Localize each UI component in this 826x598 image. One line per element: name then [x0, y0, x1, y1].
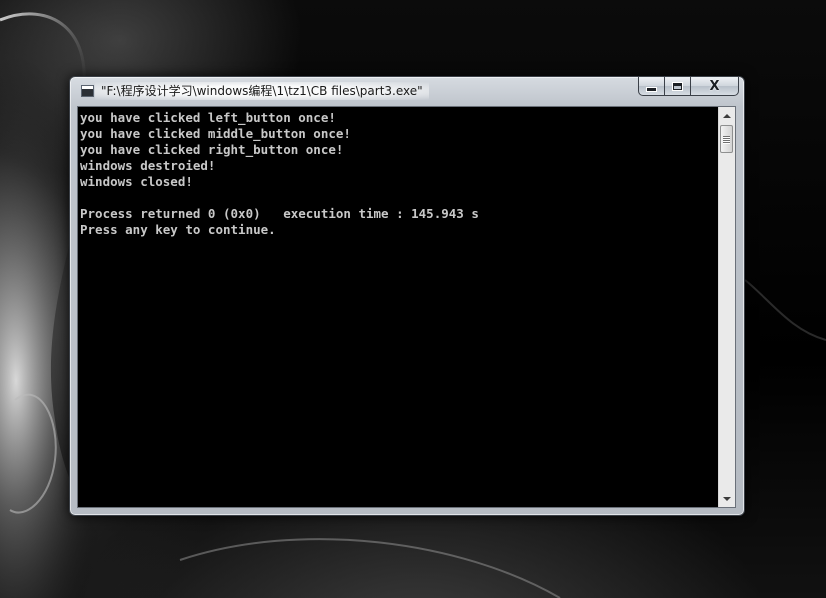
console-app-icon[interactable]: [81, 85, 94, 97]
console-line: Press any key to continue.: [80, 222, 276, 237]
console-line: you have clicked left_button once!: [80, 110, 336, 125]
grip-icon: [723, 141, 730, 143]
caption-buttons: X: [638, 77, 739, 96]
desktop-wallpaper: "F:\程序设计学习\windows编程\1\tz1\CB files\part…: [0, 0, 826, 598]
scroll-up-arrow-icon: [723, 113, 731, 118]
grip-icon: [723, 139, 730, 141]
vertical-scrollbar[interactable]: [718, 107, 735, 507]
console-line: windows destroied!: [80, 158, 216, 173]
grip-icon: [723, 137, 730, 139]
minimize-button[interactable]: [638, 77, 665, 96]
window-title: "F:\程序设计学习\windows编程\1\tz1\CB files\part…: [95, 82, 429, 100]
scroll-down-arrow-icon: [723, 496, 731, 501]
scroll-up-button[interactable]: [719, 107, 735, 124]
console-window[interactable]: "F:\程序设计学习\windows编程\1\tz1\CB files\part…: [69, 76, 745, 516]
close-icon: X: [709, 78, 720, 94]
grip-icon: [723, 135, 730, 137]
console-output[interactable]: you have clicked left_button once! you h…: [79, 108, 718, 506]
scroll-down-button[interactable]: [719, 490, 735, 507]
close-button[interactable]: X: [691, 77, 739, 96]
title-bar[interactable]: "F:\程序设计学习\windows编程\1\tz1\CB files\part…: [70, 77, 744, 105]
console-client-area[interactable]: you have clicked left_button once! you h…: [77, 106, 736, 508]
console-line: windows closed!: [80, 174, 193, 189]
console-line: you have clicked middle_button once!: [80, 126, 351, 141]
maximize-button[interactable]: [665, 77, 691, 96]
console-line: Process returned 0 (0x0) execution time …: [80, 206, 479, 221]
scroll-thumb[interactable]: [720, 125, 733, 153]
maximize-icon: [673, 82, 682, 90]
console-line: you have clicked right_button once!: [80, 142, 344, 157]
minimize-icon: [647, 87, 656, 91]
